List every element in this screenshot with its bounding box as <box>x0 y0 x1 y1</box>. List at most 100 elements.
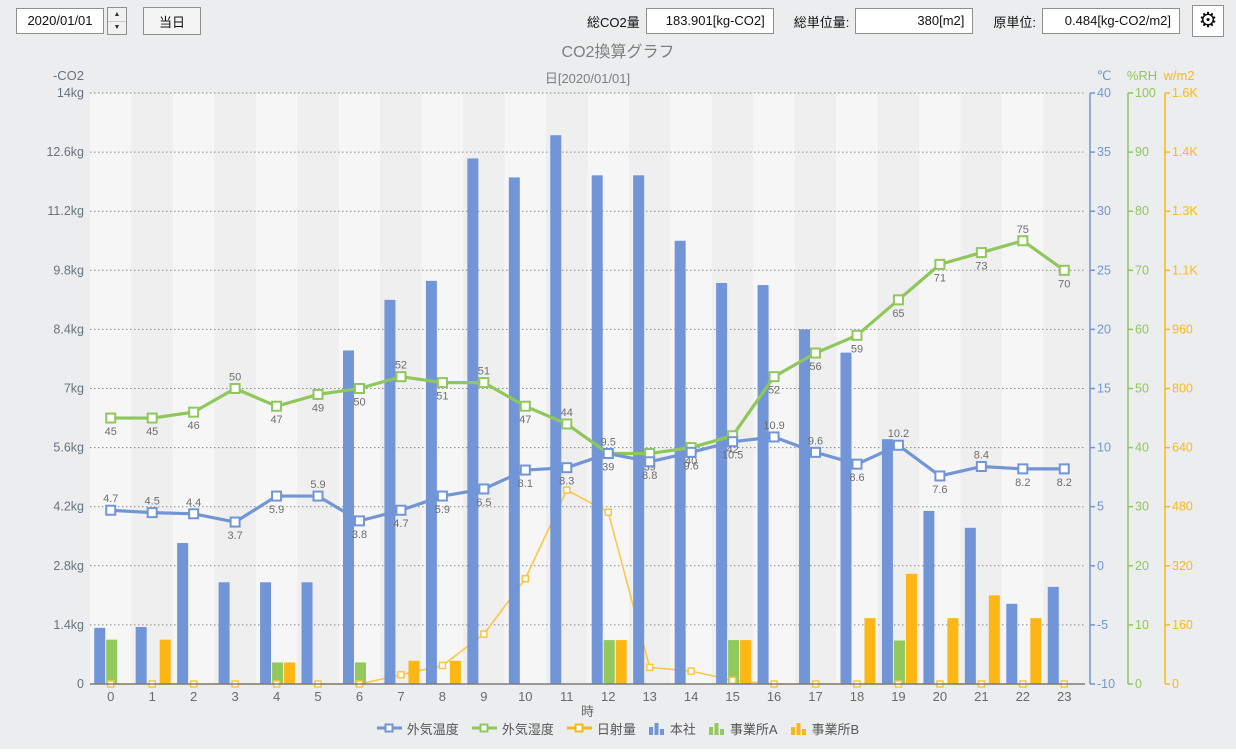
svg-text:1: 1 <box>149 689 156 704</box>
svg-text:9.5: 9.5 <box>601 437 616 449</box>
svg-text:7: 7 <box>397 689 404 704</box>
svg-text:5: 5 <box>1097 500 1104 514</box>
svg-text:52: 52 <box>395 360 407 372</box>
legend-item-humidity[interactable]: 外気湿度 <box>472 719 554 738</box>
svg-text:75: 75 <box>1017 224 1029 236</box>
svg-text:45: 45 <box>146 426 158 438</box>
svg-text:4.5: 4.5 <box>145 496 160 508</box>
svg-text:0: 0 <box>77 677 84 691</box>
svg-text:-10: -10 <box>1097 677 1115 691</box>
svg-text:20: 20 <box>1135 559 1149 573</box>
svg-text:5: 5 <box>314 689 321 704</box>
svg-text:0: 0 <box>1172 677 1179 691</box>
office-a-bars-icon <box>709 721 725 735</box>
svg-text:14: 14 <box>684 689 698 704</box>
svg-text:73: 73 <box>975 261 987 273</box>
svg-text:10.9: 10.9 <box>763 420 784 432</box>
svg-text:13: 13 <box>642 689 656 704</box>
svg-text:15: 15 <box>725 689 739 704</box>
svg-text:30: 30 <box>1097 204 1111 218</box>
svg-text:7kg: 7kg <box>64 382 84 396</box>
svg-text:w/m2: w/m2 <box>1162 68 1194 83</box>
svg-text:8.4: 8.4 <box>974 450 989 462</box>
svg-text:3.8: 3.8 <box>352 529 367 541</box>
svg-text:11: 11 <box>560 689 574 704</box>
svg-text:65: 65 <box>892 308 904 320</box>
svg-text:0: 0 <box>1097 559 1104 573</box>
svg-text:8.2: 8.2 <box>1015 477 1030 489</box>
svg-text:60: 60 <box>1135 322 1149 336</box>
svg-text:56: 56 <box>809 361 821 373</box>
legend-label-humidity: 外気湿度 <box>502 719 554 738</box>
svg-text:4.4: 4.4 <box>186 497 201 509</box>
legend-item-temp[interactable]: 外気温度 <box>377 719 459 738</box>
svg-text:70: 70 <box>1135 263 1149 277</box>
svg-text:9.8kg: 9.8kg <box>53 263 84 277</box>
svg-text:20: 20 <box>933 689 947 704</box>
svg-text:2: 2 <box>190 689 197 704</box>
svg-text:17: 17 <box>808 689 822 704</box>
svg-text:0: 0 <box>107 689 114 704</box>
svg-text:5.9: 5.9 <box>435 504 450 516</box>
date-spinner: ▲ ▼ <box>107 7 127 35</box>
date-input[interactable]: 2020/01/01 <box>16 8 104 34</box>
svg-text:47: 47 <box>270 414 282 426</box>
svg-text:640: 640 <box>1172 441 1193 455</box>
total-unit-field: 総単位量: 380[m2] <box>794 8 974 34</box>
svg-text:40: 40 <box>1135 441 1149 455</box>
svg-text:23: 23 <box>1057 689 1071 704</box>
svg-text:22: 22 <box>1016 689 1030 704</box>
svg-text:46: 46 <box>188 420 200 432</box>
svg-text:1.1K: 1.1K <box>1172 263 1198 277</box>
office-b-bars-icon <box>791 721 807 735</box>
svg-text:-5: -5 <box>1097 618 1108 632</box>
svg-text:100: 100 <box>1135 86 1156 100</box>
intensity-field: 原単位: 0.484[kg-CO2/m2] <box>993 8 1180 34</box>
svg-text:時: 時 <box>581 704 594 718</box>
svg-text:50: 50 <box>229 372 241 384</box>
svg-text:8.2: 8.2 <box>1057 477 1072 489</box>
svg-text:15: 15 <box>1097 382 1111 396</box>
svg-text:8.4kg: 8.4kg <box>53 322 84 336</box>
svg-text:3.7: 3.7 <box>227 530 242 542</box>
legend-item-head-office[interactable]: 本社 <box>649 719 696 738</box>
svg-text:480: 480 <box>1172 500 1193 514</box>
svg-text:10.2: 10.2 <box>888 428 909 440</box>
svg-text:11.2kg: 11.2kg <box>47 204 84 218</box>
svg-text:35: 35 <box>1097 145 1111 159</box>
svg-text:25: 25 <box>1097 263 1111 277</box>
svg-text:40: 40 <box>1097 86 1111 100</box>
svg-text:51: 51 <box>478 366 490 378</box>
svg-text:9.6: 9.6 <box>683 460 698 472</box>
footer-strip <box>0 749 1236 755</box>
svg-text:9: 9 <box>480 689 487 704</box>
intensity-value: 0.484[kg-CO2/m2] <box>1042 8 1180 34</box>
gear-icon: ⚙ <box>1199 9 1218 32</box>
svg-text:10: 10 <box>518 689 532 704</box>
today-button[interactable]: 当日 <box>143 7 201 35</box>
settings-button[interactable]: ⚙ <box>1192 5 1224 37</box>
solar-line-icon <box>567 722 592 734</box>
svg-text:30: 30 <box>1135 500 1149 514</box>
svg-text:%RH: %RH <box>1127 68 1157 83</box>
legend-item-office-b[interactable]: 事業所B <box>791 719 860 738</box>
date-spinner-up-icon[interactable]: ▲ <box>108 8 126 22</box>
svg-text:52: 52 <box>768 385 780 397</box>
date-spinner-down-icon[interactable]: ▼ <box>108 22 126 35</box>
legend-label-office-b: 事業所B <box>812 719 860 738</box>
humidity-axis: 1009080706050403020100%RH <box>1127 68 1157 691</box>
svg-text:49: 49 <box>312 402 324 414</box>
svg-text:4: 4 <box>273 689 280 704</box>
legend-item-solar[interactable]: 日射量 <box>567 719 636 738</box>
svg-text:90: 90 <box>1135 145 1149 159</box>
svg-text:71: 71 <box>934 272 946 284</box>
svg-text:8: 8 <box>439 689 446 704</box>
svg-text:800: 800 <box>1172 382 1193 396</box>
total-co2-value: 183.901[kg-CO2] <box>646 8 774 34</box>
legend-item-office-a[interactable]: 事業所A <box>709 719 778 738</box>
svg-text:9.6: 9.6 <box>808 435 823 447</box>
svg-text:59: 59 <box>851 343 863 355</box>
svg-text:10: 10 <box>1097 441 1111 455</box>
svg-text:1.4K: 1.4K <box>1172 145 1198 159</box>
svg-text:10: 10 <box>1135 618 1149 632</box>
